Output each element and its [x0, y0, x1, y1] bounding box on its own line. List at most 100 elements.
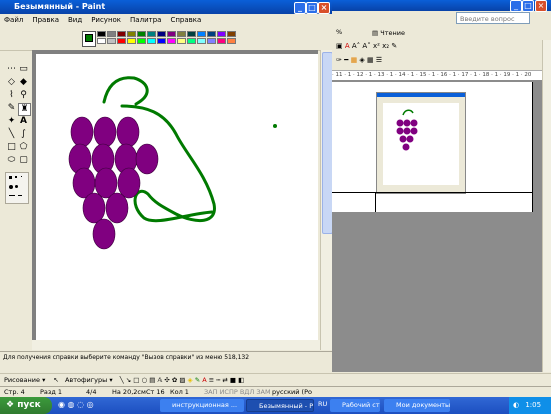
word-maximize-icon[interactable]: □ — [522, 0, 534, 12]
word-page[interactable] — [332, 82, 533, 212]
menu-item[interactable]: Палитра — [130, 16, 161, 24]
palette-swatch[interactable] — [97, 38, 106, 44]
palette-swatch[interactable] — [127, 38, 136, 44]
start-button[interactable]: ❖ пуск — [0, 397, 52, 414]
clipart-icon[interactable]: ✿ — [172, 376, 177, 384]
palette-swatch[interactable] — [227, 31, 236, 37]
palette-swatch[interactable] — [197, 38, 206, 44]
palette-swatch[interactable] — [187, 38, 196, 44]
rectangle-icon[interactable]: □ — [6, 142, 17, 153]
palette-swatch[interactable] — [137, 38, 146, 44]
align-icon[interactable]: ☰ — [376, 56, 382, 64]
palette-swatch[interactable] — [177, 31, 186, 37]
brush-shape-options[interactable] — [5, 172, 29, 204]
text-icon[interactable]: A — [18, 116, 29, 127]
menu-item[interactable]: Правка — [32, 16, 59, 24]
text-color-icon[interactable]: A — [202, 376, 206, 384]
shadow-icon[interactable]: ■ — [230, 376, 236, 384]
tray-icon[interactable]: ◐ — [513, 401, 519, 409]
palette-swatch[interactable] — [197, 31, 206, 37]
wordart-icon[interactable]: 𝔸 — [157, 376, 162, 384]
draw-menu[interactable]: Рисование — [4, 376, 40, 384]
rect-tool-icon[interactable]: □ — [133, 376, 139, 384]
menu-item[interactable]: Файл — [4, 16, 23, 24]
palette-swatch[interactable] — [127, 31, 136, 37]
task-paint[interactable]: Безымянный - Paint — [246, 399, 314, 412]
maximize-icon[interactable]: □ — [306, 2, 318, 14]
dash-style-icon[interactable]: ┅ — [216, 376, 220, 384]
palette-swatch[interactable] — [117, 38, 126, 44]
autoshapes-menu[interactable]: Автофигуры — [65, 376, 107, 384]
palette-swatch[interactable] — [207, 31, 216, 37]
current-colors-swatch[interactable] — [82, 31, 96, 47]
palette-swatch[interactable] — [107, 38, 116, 44]
paint-vertical-scrollbar[interactable] — [320, 50, 333, 350]
word-close-icon[interactable]: × — [535, 0, 547, 12]
curve-icon[interactable]: ∫ — [18, 129, 29, 140]
palette-swatch[interactable] — [137, 31, 146, 37]
3d-icon[interactable]: ◧ — [238, 376, 244, 384]
highlight-icon[interactable]: ▦ — [351, 56, 358, 64]
paint-horizontal-scrollbar[interactable] — [32, 340, 320, 350]
line-style-icon[interactable]: ━ — [344, 56, 348, 64]
font-color-icon[interactable]: A — [345, 42, 350, 50]
palette-swatch[interactable] — [207, 38, 216, 44]
palette-swatch[interactable] — [157, 38, 166, 44]
paint-title-bar[interactable]: Безымянный - Paint _ □ × — [0, 0, 332, 14]
pen-icon[interactable]: ✑ — [336, 56, 342, 64]
palette-swatch[interactable] — [157, 31, 166, 37]
rect-select-icon[interactable]: ▭ — [18, 64, 29, 75]
arrow-style-icon[interactable]: ⇄ — [222, 376, 227, 384]
textbox-icon[interactable]: ▤ — [149, 376, 155, 384]
brush-icon[interactable]: ♜ — [18, 103, 31, 116]
airbrush-icon[interactable]: ✦ — [6, 116, 17, 127]
quicklaunch-icons[interactable]: ◉ ◍ ◌ ◎ — [58, 400, 94, 409]
minimize-icon[interactable]: _ — [294, 2, 306, 14]
arrow-tool-icon[interactable]: ↘ — [126, 376, 131, 384]
language-indicator[interactable]: RU — [318, 400, 327, 408]
palette-swatch[interactable] — [187, 31, 196, 37]
diagram-icon[interactable]: ✣ — [164, 376, 169, 384]
magnifier-icon[interactable]: ⚲ — [18, 90, 29, 101]
fill-icon[interactable]: ◆ — [18, 77, 29, 88]
free-select-icon[interactable]: ⋯ — [6, 64, 17, 75]
word-vertical-scrollbar[interactable] — [542, 40, 551, 372]
palette-swatch[interactable] — [117, 31, 126, 37]
grow-font-icon[interactable]: A˄ — [352, 42, 360, 50]
rounded-rect-icon[interactable]: ▢ — [18, 155, 29, 166]
word-minimize-icon[interactable]: _ — [510, 0, 522, 12]
menu-item[interactable]: Справка — [170, 16, 201, 24]
line-style-tool-icon[interactable]: ≡ — [209, 376, 214, 384]
line-tool-icon[interactable]: ╲ — [120, 376, 124, 384]
palette-swatch[interactable] — [147, 38, 156, 44]
format-painter-icon[interactable]: ✎ — [391, 42, 397, 50]
palette-swatch[interactable] — [107, 31, 116, 37]
paint-canvas[interactable] — [36, 54, 318, 344]
palette-swatch[interactable] — [217, 38, 226, 44]
embedded-paint-screenshot[interactable] — [376, 92, 466, 194]
palette-swatch[interactable] — [167, 38, 176, 44]
eraser-icon[interactable]: ◇ — [6, 77, 17, 88]
ellipse-icon[interactable]: ⬭ — [6, 155, 17, 166]
line-icon[interactable]: ╲ — [6, 129, 17, 140]
menu-item[interactable]: Рисунок — [91, 16, 121, 24]
autoshapes-dropdown-icon[interactable]: ▾ — [109, 376, 112, 384]
oval-tool-icon[interactable]: ○ — [141, 376, 147, 384]
fill-color-icon[interactable]: ◈ — [188, 376, 193, 384]
shading-icon[interactable]: ◈ — [359, 56, 364, 64]
task-my-documents[interactable]: Мои документы — [384, 399, 450, 412]
cursor-icon[interactable]: ↖ — [53, 376, 58, 384]
task-word-doc[interactable]: инструкционная ... — [160, 399, 244, 412]
help-question-input[interactable]: Введите вопрос — [456, 12, 530, 24]
draw-dropdown-icon[interactable]: ▾ — [42, 376, 45, 384]
reading-button[interactable]: ▤ Чтение — [372, 28, 412, 38]
superscript-icon[interactable]: x² — [373, 42, 380, 50]
palette-swatch[interactable] — [177, 38, 186, 44]
color-picker-icon[interactable]: ⌇ — [6, 90, 17, 101]
palette-swatch[interactable] — [217, 31, 226, 37]
palette-swatch[interactable] — [167, 31, 176, 37]
palette-swatch[interactable] — [97, 31, 106, 37]
palette-swatch[interactable] — [227, 38, 236, 44]
picture-icon[interactable]: ▨ — [179, 376, 185, 384]
polygon-icon[interactable]: ⬠ — [18, 142, 29, 153]
